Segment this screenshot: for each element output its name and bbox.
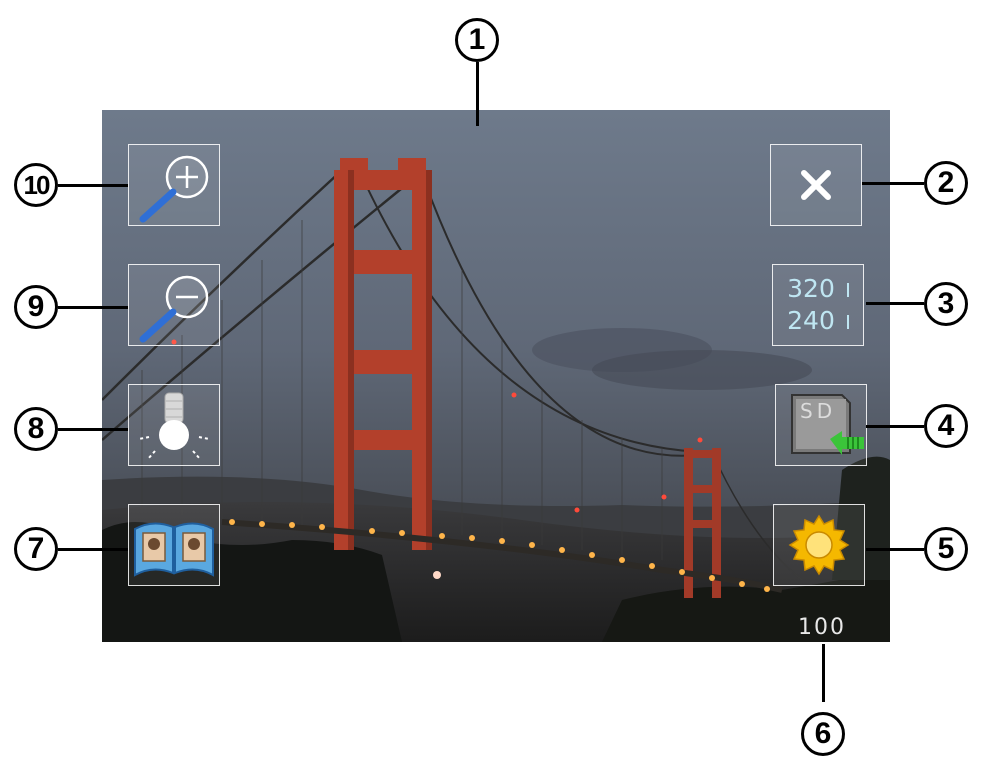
leader-line-7	[58, 548, 128, 551]
close-button[interactable]	[770, 144, 862, 226]
gear-icon	[784, 510, 854, 580]
callout-3: 3	[924, 282, 968, 326]
callout-9: 9	[14, 285, 58, 329]
callout-7: 7	[14, 527, 58, 571]
photo-album-icon	[131, 507, 217, 583]
light-bulb-icon	[131, 387, 217, 463]
zoom-out-button[interactable]	[128, 264, 220, 346]
resolution-height: 240	[787, 306, 835, 335]
settings-button[interactable]	[773, 504, 865, 586]
callout-6: 6	[801, 712, 845, 756]
album-button[interactable]	[128, 504, 220, 586]
shot-counter: 100	[798, 615, 846, 640]
zoom-in-button[interactable]	[128, 144, 220, 226]
zoom-out-icon	[131, 267, 217, 343]
storage-button[interactable]: SD	[775, 384, 867, 466]
leader-line-10	[58, 184, 128, 187]
leader-line-2	[862, 182, 924, 185]
resolution-icon: 320 240	[787, 273, 849, 337]
close-icon	[796, 165, 836, 205]
callout-4: 4	[924, 404, 968, 448]
camera-screen: 320 240 SD 100	[102, 110, 890, 642]
zoom-in-icon	[131, 147, 217, 223]
light-button[interactable]	[128, 384, 220, 466]
leader-line-4	[866, 425, 924, 428]
resolution-button[interactable]: 320 240	[772, 264, 864, 346]
leader-line-1	[476, 62, 479, 126]
callout-1: 1	[455, 18, 499, 62]
leader-line-3	[866, 302, 924, 305]
leader-line-6	[822, 644, 825, 702]
callout-5: 5	[924, 527, 968, 571]
sd-card-label: SD	[800, 399, 837, 423]
leader-line-5	[866, 548, 924, 551]
callout-10: 10	[14, 163, 58, 207]
leader-line-9	[58, 306, 128, 309]
callout-2: 2	[924, 161, 968, 205]
leader-line-8	[58, 428, 128, 431]
resolution-width: 320	[787, 274, 835, 303]
callout-8: 8	[14, 407, 58, 451]
sd-card-icon: SD	[778, 387, 864, 463]
